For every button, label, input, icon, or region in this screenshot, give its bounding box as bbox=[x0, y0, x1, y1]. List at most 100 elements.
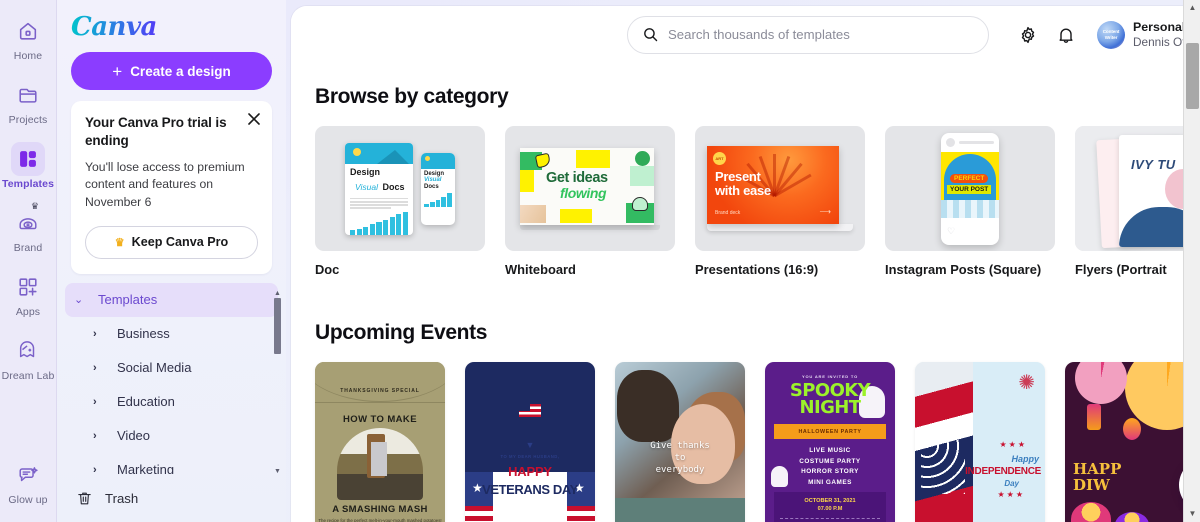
scroll-down-arrow-icon[interactable]: ▼ bbox=[274, 468, 281, 475]
event-card-independence-day[interactable]: ✺ ★★★ Happy INDEPENDENCE Day ★★★ bbox=[915, 362, 1045, 522]
templates-icon bbox=[11, 142, 45, 176]
avatar-placeholder bbox=[946, 137, 955, 147]
top-bar: Content Writer Personal Dennis Otieno ⌄ bbox=[291, 6, 1200, 63]
sidebar-item-projects[interactable]: Projects bbox=[0, 78, 57, 126]
tree-item-label: Templates bbox=[98, 292, 158, 308]
caption-line-3: everybody bbox=[655, 465, 705, 476]
doc-title-3: Docs bbox=[382, 181, 405, 192]
tree-item-video[interactable]: › Video bbox=[65, 419, 278, 453]
tree-item-education[interactable]: › Education bbox=[65, 385, 278, 419]
category-thumbnail: Design Visual Docs Design Visual Docs bbox=[315, 126, 485, 251]
doc-title-1: Design bbox=[350, 166, 381, 177]
chevron-down-icon: ⌄ bbox=[74, 294, 84, 307]
instagram-text-2: YOUR POST bbox=[947, 184, 992, 194]
sidebar-item-label: Glow up bbox=[8, 494, 48, 506]
category-card-whiteboard[interactable]: Get ideas flowing Whiteboard bbox=[505, 126, 675, 277]
star-badge-icon bbox=[635, 150, 650, 166]
deco-flowers bbox=[941, 199, 999, 218]
sidebar-item-glow-up[interactable]: Glow up bbox=[0, 458, 57, 506]
whiteboard-screen: Get ideas flowing bbox=[520, 147, 654, 225]
whiteboard-text-1: Get ideas bbox=[546, 169, 608, 186]
category-label: Flyers (Portrait bbox=[1075, 262, 1167, 277]
scrollbar-thumb[interactable] bbox=[1186, 43, 1199, 109]
settings-button[interactable] bbox=[1011, 18, 1045, 52]
panel-scrollbar[interactable]: ▲ ▼ bbox=[273, 290, 282, 475]
tree-item-business[interactable]: › Business bbox=[65, 317, 278, 351]
chevron-right-icon: › bbox=[93, 395, 97, 408]
tree-item-templates[interactable]: ⌄ Templates bbox=[65, 282, 278, 317]
close-icon[interactable] bbox=[247, 112, 261, 126]
sidebar-item-templates[interactable]: Templates bbox=[0, 142, 57, 190]
promo-body: You'll lose access to premium content an… bbox=[85, 159, 245, 209]
event-card-diwali[interactable]: HAPP DIW bbox=[1065, 362, 1195, 522]
sidebar-item-brand[interactable]: ♛ Brand bbox=[0, 202, 57, 255]
phone-bar-chart bbox=[424, 193, 452, 208]
doc-header-art bbox=[345, 142, 413, 164]
event-kicker: THANKSGIVING SPECIAL bbox=[340, 388, 420, 394]
deco-block bbox=[520, 169, 534, 192]
person-hair-art bbox=[617, 370, 679, 442]
keep-button-label: Keep Canva Pro bbox=[131, 235, 229, 250]
event-title: SPOOKY NIGHT bbox=[765, 382, 895, 419]
stars-row-bottom: ★★★ bbox=[997, 490, 1025, 499]
sidebar-item-label: Dream Lab bbox=[1, 370, 55, 382]
scrollbar-thumb[interactable] bbox=[274, 298, 281, 354]
caption-line-2: to bbox=[674, 453, 686, 464]
browser-scrollbar[interactable]: ▲ ▼ bbox=[1183, 0, 1200, 522]
event-activity-list: LIVE MUSIC COSTUME PARTY HORROR STORY MI… bbox=[799, 447, 861, 486]
doodle-sticker-icon bbox=[632, 196, 648, 211]
sidebar-item-dream-lab[interactable]: Dream Lab bbox=[0, 334, 57, 382]
category-thumbnail: Get ideas flowing bbox=[505, 126, 675, 251]
side-panel: Canva + Create a design Your Canva Pro t… bbox=[57, 0, 286, 522]
tree-item-label: Education bbox=[117, 394, 175, 410]
search-icon bbox=[642, 26, 659, 43]
flag-stars bbox=[921, 440, 965, 494]
tree-item-label: Social Media bbox=[117, 360, 192, 376]
create-button-label: Create a design bbox=[130, 63, 231, 79]
event-card-spooky-night[interactable]: YOU ARE INVITED TO SPOOKY NIGHT HALLOWEE… bbox=[765, 362, 895, 522]
scroll-up-arrow-icon[interactable]: ▲ bbox=[274, 290, 281, 297]
category-label: Doc bbox=[315, 262, 340, 277]
category-thumbnail: PERFECT YOUR POST ♡ bbox=[885, 126, 1055, 251]
left-flag-stripe: ★ bbox=[465, 472, 493, 522]
event-card-veterans-day[interactable]: ★ ★ ▼ TO MY DEAR HUSBAND, HAPPY VETERANS… bbox=[465, 362, 595, 522]
category-card-doc[interactable]: Design Visual Docs Design Visual Docs Do… bbox=[315, 126, 485, 277]
tree-item-marketing[interactable]: › Marketing bbox=[65, 453, 278, 474]
category-card-instagram[interactable]: PERFECT YOUR POST ♡ Instagram Posts (Squ… bbox=[885, 126, 1055, 277]
diya-lamp-art bbox=[1115, 512, 1149, 522]
scroll-down-arrow-icon[interactable]: ▼ bbox=[1184, 508, 1200, 520]
mountain-icon bbox=[377, 149, 409, 164]
apps-icon bbox=[11, 270, 45, 304]
category-card-flyers[interactable]: IVY TU Flyers (Portrait bbox=[1075, 126, 1200, 277]
keep-canva-pro-button[interactable]: ♛ Keep Canva Pro bbox=[85, 225, 258, 259]
title-line-2: NIGHT bbox=[799, 397, 861, 419]
event-subtitle: Day bbox=[1004, 479, 1019, 488]
event-kicker: Happy bbox=[1011, 454, 1039, 464]
avatar-line-2: Writer bbox=[1104, 34, 1118, 40]
category-thumbnail: ART Present with ease Brand deck ⟶ bbox=[695, 126, 865, 251]
tree-item-social-media[interactable]: › Social Media bbox=[65, 351, 278, 385]
search-input[interactable] bbox=[668, 27, 975, 42]
pro-trial-promo-card: Your Canva Pro trial is ending You'll lo… bbox=[71, 101, 272, 274]
canva-logo[interactable]: Canva bbox=[71, 14, 286, 40]
trash-item[interactable]: Trash bbox=[57, 474, 286, 522]
mandala-art bbox=[1075, 362, 1127, 404]
trash-label: Trash bbox=[105, 490, 139, 506]
main-content-wrapper: Content Writer Personal Dennis Otieno ⌄ … bbox=[286, 0, 1200, 522]
sidebar-item-home[interactable]: Home bbox=[0, 14, 57, 62]
scroll-up-arrow-icon[interactable]: ▲ bbox=[1184, 2, 1200, 14]
create-a-design-button[interactable]: + Create a design bbox=[71, 52, 272, 90]
doc-phone-art: Design Visual Docs bbox=[421, 152, 455, 225]
right-flag-stripe: ★ bbox=[567, 472, 595, 522]
event-card-give-thanks[interactable]: Give thanks to everybody bbox=[615, 362, 745, 522]
instagram-header bbox=[941, 133, 999, 152]
event-title-line-2: DIW bbox=[1073, 476, 1110, 494]
instagram-phone-art: PERFECT YOUR POST ♡ bbox=[941, 132, 999, 245]
search-bar[interactable] bbox=[627, 15, 990, 54]
doc-title-2: Visual bbox=[355, 181, 378, 192]
notifications-button[interactable] bbox=[1049, 18, 1083, 52]
sun-icon bbox=[353, 147, 361, 156]
category-card-presentations[interactable]: ART Present with ease Brand deck ⟶ Prese… bbox=[695, 126, 865, 277]
event-card-thanksgiving[interactable]: THANKSGIVING SPECIAL HOW TO MAKE A SMASH… bbox=[315, 362, 445, 522]
sidebar-item-apps[interactable]: Apps bbox=[0, 270, 57, 318]
